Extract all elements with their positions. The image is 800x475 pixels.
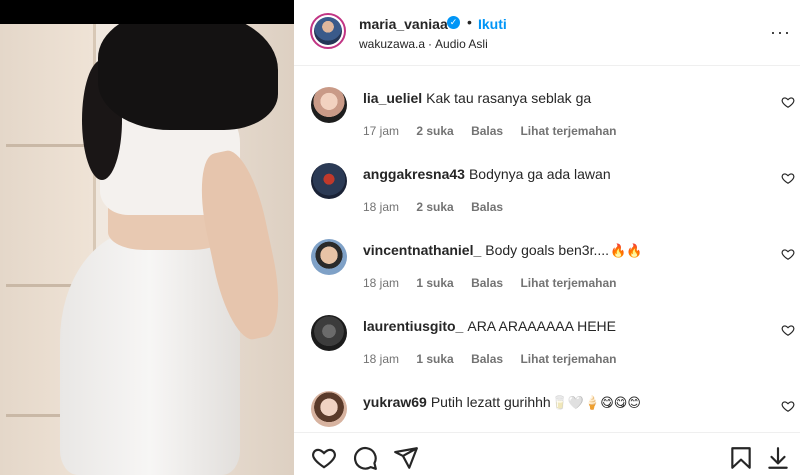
comment-time: 18 jam <box>363 352 400 366</box>
separator-dot: • <box>467 14 472 30</box>
comment-likes[interactable]: 1 suka <box>416 276 453 290</box>
comment-time: 18 jam <box>363 276 400 290</box>
comment-item: lia_ueliel Kak tau rasanya seblak ga 17 j… <box>294 67 800 143</box>
comment-item: anggakresna43 Bodynya ga ada lawan 18 jam… <box>294 143 800 219</box>
comment-time: 18 jam <box>363 200 400 214</box>
media-top-bar <box>0 0 294 24</box>
bookmark-icon[interactable] <box>728 445 754 471</box>
post-media[interactable] <box>0 0 294 475</box>
author-username[interactable]: maria_vaniaa <box>359 16 448 32</box>
commenter-username[interactable]: anggakresna43 <box>363 166 465 182</box>
post-side-panel: maria_vaniaa ✓ • Ikuti wakuzawa.a · Audio … <box>294 0 800 475</box>
heart-icon[interactable] <box>781 171 795 185</box>
comment-body: lia_ueliel Kak tau rasanya seblak ga <box>363 90 591 106</box>
commenter-username[interactable]: laurentiusgito_ <box>363 318 463 334</box>
audio-label[interactable]: Audio Asli <box>435 37 488 51</box>
author-avatar[interactable] <box>310 13 346 49</box>
comment-meta: 17 jam 2 suka Balas Lihat terjemahan <box>363 124 630 138</box>
comment-body: vincentnathaniel_ Body goals ben3r....🔥🔥 <box>363 242 642 259</box>
comment-list: lia_ueliel Kak tau rasanya seblak ga 17 j… <box>294 67 800 432</box>
shelf <box>6 144 88 147</box>
comment-text: Kak tau rasanya seblak ga <box>426 90 592 106</box>
audio-separator: · <box>428 37 433 51</box>
commenter-avatar[interactable] <box>311 239 347 275</box>
comment-item: yukraw69 Putih lezatt gurihhh🥛🤍🍦😋😋😊 <box>294 371 800 432</box>
comment-text: Putih lezatt gurihhh <box>430 394 551 410</box>
commenter-avatar[interactable] <box>311 315 347 351</box>
comment-body: anggakresna43 Bodynya ga ada lawan <box>363 166 611 182</box>
comment-icon[interactable] <box>352 445 378 471</box>
heart-icon[interactable] <box>781 323 795 337</box>
commenter-username[interactable]: lia_ueliel <box>363 90 422 106</box>
commenter-avatar[interactable] <box>311 87 347 123</box>
comment-meta: 18 jam 2 suka Balas <box>363 200 517 214</box>
comment-body: yukraw69 Putih lezatt gurihhh🥛🤍🍦😋😋😊 <box>363 394 641 411</box>
heart-icon[interactable] <box>781 399 795 413</box>
see-translation-button[interactable]: Lihat terjemahan <box>520 124 616 138</box>
food-emoji: 🥛🤍🍦😋😋😊 <box>551 395 641 410</box>
comment-item: vincentnathaniel_ Body goals ben3r....🔥🔥 … <box>294 219 800 295</box>
comment-text: Bodynya ga ada lawan <box>468 166 611 182</box>
comment-likes[interactable]: 2 suka <box>416 200 453 214</box>
more-options-icon[interactable]: ··· <box>770 22 791 43</box>
comment-likes[interactable]: 1 suka <box>416 352 453 366</box>
comment-likes[interactable]: 2 suka <box>416 124 453 138</box>
heart-icon[interactable] <box>781 95 795 109</box>
see-translation-button[interactable]: Lihat terjemahan <box>520 276 616 290</box>
fire-emoji: 🔥🔥 <box>610 243 643 258</box>
share-icon[interactable] <box>393 445 419 471</box>
reply-button[interactable]: Balas <box>471 200 503 214</box>
heart-icon[interactable] <box>781 247 795 261</box>
commenter-username[interactable]: yukraw69 <box>363 394 427 410</box>
verified-badge-icon: ✓ <box>447 16 460 29</box>
comment-text: Body goals ben3r.... <box>485 242 610 258</box>
comment-meta: 18 jam 1 suka Balas Lihat terjemahan <box>363 352 630 366</box>
figure-image <box>98 10 278 130</box>
see-translation-button[interactable]: Lihat terjemahan <box>520 352 616 366</box>
comment-text: ARA ARAAAAAA HEHE <box>467 318 616 334</box>
download-icon[interactable] <box>765 445 791 471</box>
follow-button[interactable]: Ikuti <box>478 16 507 32</box>
commenter-avatar[interactable] <box>311 391 347 427</box>
commenter-avatar[interactable] <box>311 163 347 199</box>
reply-button[interactable]: Balas <box>471 276 503 290</box>
comment-item: laurentiusgito_ ARA ARAAAAAA HEHE 18 jam … <box>294 295 800 371</box>
reply-button[interactable]: Balas <box>471 352 503 366</box>
action-bar <box>294 432 800 475</box>
audio-info[interactable]: wakuzawa.a · Audio Asli <box>359 37 488 51</box>
comment-body: laurentiusgito_ ARA ARAAAAAA HEHE <box>363 318 616 334</box>
comment-time: 17 jam <box>363 124 400 138</box>
commenter-username[interactable]: vincentnathaniel_ <box>363 242 481 258</box>
heart-icon[interactable] <box>311 445 337 471</box>
audio-owner[interactable]: wakuzawa.a <box>359 37 425 51</box>
reply-button[interactable]: Balas <box>471 124 503 138</box>
post-header: maria_vaniaa ✓ • Ikuti wakuzawa.a · Audio … <box>294 0 800 66</box>
comment-meta: 18 jam 1 suka Balas Lihat terjemahan <box>363 276 630 290</box>
